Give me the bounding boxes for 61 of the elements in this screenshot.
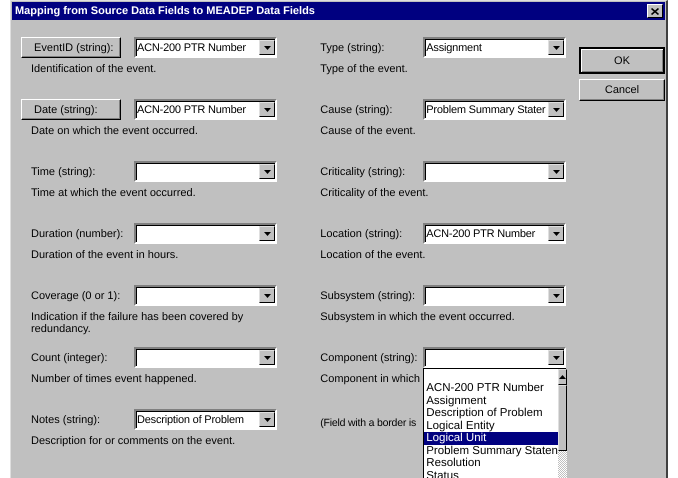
dropdown-arrow-icon: [552, 108, 560, 112]
field-description: Criticality of the event.: [320, 187, 428, 199]
field-label-button[interactable]: Date (string):: [21, 99, 121, 120]
field-label: Notes (string):: [30, 414, 102, 426]
ok-button[interactable]: OK: [579, 47, 665, 74]
dropdown-arrow-icon: [552, 170, 560, 174]
field-label: Duration (number):: [30, 228, 124, 240]
field-label: Coverage (0 or 1):: [30, 290, 122, 302]
field-description: Subsystem in which the event occurred.: [320, 311, 515, 323]
field-label: Type (string):: [319, 42, 386, 54]
dropdown-field[interactable]: ACN-200 PTR Number: [134, 37, 277, 58]
dropdown-field[interactable]: [134, 223, 277, 244]
dropdown-arrow-icon: [552, 232, 560, 236]
dropdown-option[interactable]: Problem Summary Staten: [424, 444, 558, 457]
window-title: Mapping from Source Data Fields to MEADEP Data Fields: [15, 5, 315, 17]
dropdown-field[interactable]: Problem Summary Stater: [423, 99, 566, 120]
field-description: Indication if the failure has been covered by redundancy.: [31, 311, 244, 335]
dropdown-arrow-icon: [264, 294, 270, 298]
dropdown-field[interactable]: ACN-200 PTR Number: [134, 99, 277, 120]
dropdown-field[interactable]: [423, 347, 566, 368]
close-icon: [651, 8, 659, 14]
note-text: (Field with a border is: [320, 417, 416, 429]
dropdown-arrow-icon: [264, 418, 270, 422]
field-label: Count (integer):: [30, 352, 108, 364]
scrollbar[interactable]: [558, 369, 567, 478]
field-label-button[interactable]: EventID (string):: [21, 37, 121, 58]
field-label: Subsystem (string):: [319, 290, 416, 302]
dropdown-arrow-icon: [264, 46, 270, 50]
dropdown-field[interactable]: Description of Problem: [134, 409, 277, 430]
field-description: Identification of the event.: [31, 63, 156, 75]
dropdown-field[interactable]: [423, 161, 566, 182]
dropdown-arrow-icon: [264, 170, 270, 174]
dropdown-field[interactable]: [423, 285, 566, 306]
field-label: Cause (string):: [319, 104, 394, 116]
dropdown-field[interactable]: ACN-200 PTR Number: [423, 223, 566, 244]
field-label: Time (string):: [30, 166, 96, 178]
field-description: Location of the event.: [320, 249, 426, 261]
dropdown-field[interactable]: Assignment: [423, 37, 566, 58]
cancel-button[interactable]: Cancel: [579, 79, 665, 101]
dropdown-arrow-icon: [552, 294, 560, 298]
field-description: Type of the event.: [320, 63, 408, 75]
field-label: Component (string):: [319, 352, 418, 364]
dropdown-field[interactable]: [134, 285, 277, 306]
close-button[interactable]: [647, 4, 663, 18]
field-label: Criticality (string):: [319, 166, 406, 178]
dropdown-arrow-icon: [264, 108, 270, 112]
dropdown-arrow-icon: [264, 232, 270, 236]
dropdown-field[interactable]: [134, 161, 277, 182]
field-description: Number of times event happened.: [31, 373, 197, 385]
dropdown-arrow-icon: [552, 46, 560, 50]
dropdown-option[interactable]: Logical Unit: [424, 432, 558, 444]
field-description: Cause of the event.: [320, 125, 416, 137]
dropdown-arrow-icon: [264, 356, 270, 360]
dropdown-field[interactable]: [134, 347, 277, 368]
field-description: Description for or comments on the event.: [31, 435, 236, 447]
dropdown-arrow-icon: [552, 356, 560, 360]
field-label: Location (string):: [319, 228, 404, 240]
field-description: Component in which: [320, 373, 420, 385]
field-description: Duration of the event in hours.: [31, 249, 178, 261]
field-description: Date on which the event occurred.: [31, 125, 198, 137]
field-description: Time at which the event occurred.: [31, 187, 196, 199]
